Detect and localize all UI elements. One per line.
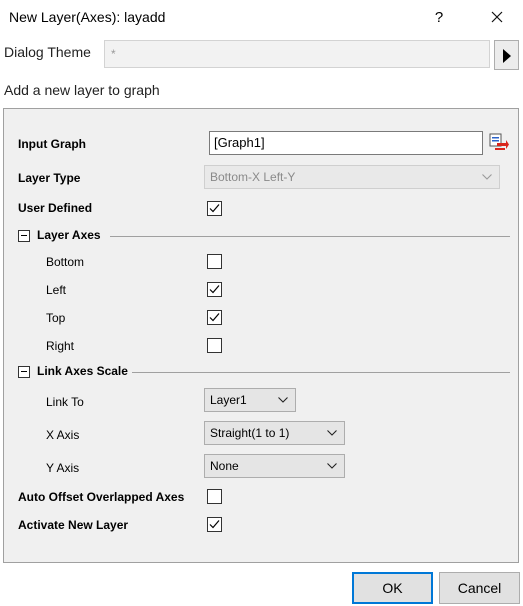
dialog-theme-row: Dialog Theme * [0, 38, 523, 72]
graph-picker-button[interactable] [488, 131, 510, 155]
window-title: New Layer(Axes): layadd [9, 9, 166, 25]
layer-type-select[interactable]: Bottom-X Left-Y [204, 165, 500, 189]
link-to-select[interactable]: Layer1 [204, 388, 296, 412]
right-axis-label: Right [46, 339, 75, 353]
chevron-down-icon [327, 430, 337, 436]
help-button[interactable]: ? [424, 6, 454, 30]
right-axis-checkbox[interactable] [207, 338, 222, 353]
dialog-theme-label: Dialog Theme [4, 44, 91, 60]
group-divider [132, 372, 510, 373]
chevron-down-icon [482, 174, 492, 180]
dialog-description: Add a new layer to graph [4, 82, 160, 98]
link-axes-scale-group: Link Axes Scale [18, 364, 510, 382]
settings-panel: Input Graph [Graph1] Layer Type Bottom-X… [3, 108, 519, 563]
x-axis-value: Straight(1 to 1) [210, 426, 290, 440]
dialog-theme-field[interactable]: * [104, 40, 490, 68]
triangle-right-icon [503, 49, 511, 63]
auto-offset-checkbox[interactable] [207, 489, 222, 504]
link-to-value: Layer1 [210, 393, 247, 407]
layer-type-value: Bottom-X Left-Y [210, 170, 296, 184]
close-button[interactable] [484, 6, 510, 30]
chevron-down-icon [278, 397, 288, 403]
y-axis-value: None [210, 459, 239, 473]
link-axes-scale-title: Link Axes Scale [37, 364, 128, 378]
checkmark-icon [209, 520, 220, 529]
x-axis-label: X Axis [46, 428, 80, 442]
left-axis-label: Left [46, 283, 67, 297]
group-divider [110, 236, 510, 237]
activate-new-layer-checkbox[interactable] [207, 517, 222, 532]
x-axis-select[interactable]: Straight(1 to 1) [204, 421, 345, 445]
bottom-axis-checkbox[interactable] [207, 254, 222, 269]
ok-button[interactable]: OK [352, 572, 433, 604]
top-axis-checkbox[interactable] [207, 310, 222, 325]
checkmark-icon [209, 313, 220, 322]
checkmark-icon [209, 285, 220, 294]
chevron-down-icon [327, 463, 337, 469]
activate-new-layer-label: Activate New Layer [18, 518, 129, 532]
close-icon [491, 11, 503, 23]
cancel-button[interactable]: Cancel [439, 572, 520, 604]
user-defined-checkbox[interactable] [207, 201, 222, 216]
input-graph-field[interactable]: [Graph1] [209, 131, 483, 155]
title-bar: New Layer(Axes): layadd ? [0, 0, 523, 36]
checkmark-icon [209, 204, 220, 213]
left-axis-checkbox[interactable] [207, 282, 222, 297]
auto-offset-label: Auto Offset Overlapped Axes [18, 490, 185, 504]
layer-axes-group: Layer Axes [18, 228, 510, 246]
input-graph-label: Input Graph [18, 137, 86, 151]
layer-type-label: Layer Type [18, 171, 81, 185]
graph-picker-icon [489, 133, 509, 150]
top-axis-label: Top [46, 311, 66, 325]
collapse-toggle-layer-axes[interactable] [18, 230, 30, 242]
layer-axes-title: Layer Axes [37, 228, 101, 242]
user-defined-label: User Defined [18, 201, 93, 215]
bottom-axis-label: Bottom [46, 255, 85, 269]
dialog-theme-menu-button[interactable] [494, 40, 519, 70]
y-axis-select[interactable]: None [204, 454, 345, 478]
link-to-label: Link To [46, 395, 84, 409]
y-axis-label: Y Axis [46, 461, 80, 475]
collapse-toggle-link-axes-scale[interactable] [18, 366, 30, 378]
